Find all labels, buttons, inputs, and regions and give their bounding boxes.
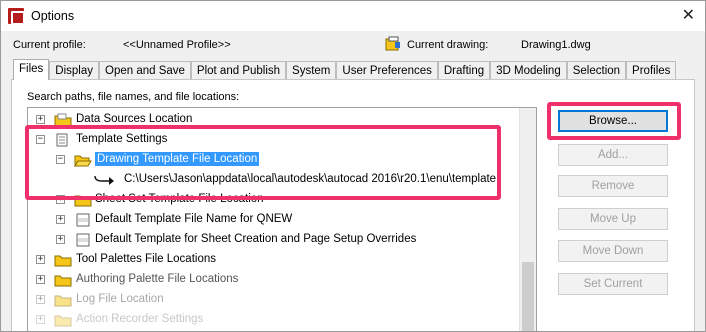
options-tabs: Files Display Open and Save Plot and Pub… [13, 59, 677, 80]
add-button[interactable]: Add... [558, 144, 668, 166]
tree-item-tool-palettes[interactable]: + Tool Palettes File Locations [28, 250, 518, 270]
tree-item-sheet-set-template[interactable]: + Sheet Set Template File Location [28, 190, 518, 210]
folder-icon [54, 295, 72, 307]
tree-item-default-template-qnew[interactable]: + Default Template File Name for QNEW [28, 210, 518, 230]
autocad-app-icon [8, 8, 25, 25]
tree-item-label: Log File Location [76, 293, 164, 305]
dwt-file-icon [76, 233, 90, 247]
tree-item-data-sources[interactable]: + Data Sources Location [28, 110, 518, 130]
current-profile-value: <<Unnamed Profile>> [123, 39, 231, 51]
tree-item-label-selected: Drawing Template File Location [95, 152, 260, 166]
tree-item-template-settings[interactable]: − Template Settings [28, 130, 518, 150]
tree-item-label: Data Sources Location [76, 113, 193, 125]
expand-icon[interactable]: + [36, 115, 45, 124]
title-bar[interactable]: Options ✕ [1, 1, 705, 31]
tree-vertical-scrollbar[interactable] [519, 108, 536, 331]
browse-button[interactable]: Browse... [558, 110, 668, 132]
tree-item-action-recorder[interactable]: + Action Recorder Settings [28, 310, 518, 330]
expand-icon[interactable]: + [36, 275, 45, 284]
document-icon [56, 133, 68, 147]
move-up-button[interactable]: Move Up [558, 208, 668, 230]
tab-user-preferences[interactable]: User Preferences [336, 61, 438, 80]
folder-icon [54, 275, 72, 287]
current-drawing-value: Drawing1.dwg [521, 39, 591, 51]
options-dialog: Options ✕ Current profile: <<Unnamed Pro… [0, 0, 706, 332]
template-path-value: C:\Users\Jason\appdata\local\autodesk\au… [124, 173, 497, 185]
expand-icon[interactable]: + [56, 235, 65, 244]
folder-icon [74, 195, 92, 207]
remove-button[interactable]: Remove [558, 175, 668, 197]
profile-row: Current profile: <<Unnamed Profile>> Cur… [1, 32, 705, 58]
tab-system[interactable]: System [286, 61, 337, 80]
folder-icon [54, 255, 72, 267]
expand-icon[interactable]: + [36, 295, 45, 304]
collapse-icon[interactable]: − [36, 135, 45, 144]
expand-icon[interactable]: + [56, 195, 65, 204]
move-down-button[interactable]: Move Down [558, 240, 668, 262]
tab-open-and-save[interactable]: Open and Save [99, 61, 191, 80]
tree-item-label: Sheet Set Template File Location [95, 193, 264, 205]
set-current-button[interactable]: Set Current [558, 273, 668, 295]
expand-icon[interactable]: + [36, 315, 45, 324]
tree-item-log-file[interactable]: + Log File Location [28, 290, 518, 310]
tree-item-label: Action Recorder Settings [76, 313, 204, 325]
tree-item-template-path[interactable]: C:\Users\Jason\appdata\local\autodesk\au… [28, 170, 518, 190]
current-profile-label: Current profile: [13, 39, 86, 51]
open-folder-icon [74, 155, 92, 167]
tab-profiles[interactable]: Profiles [626, 61, 677, 80]
file-locations-tree[interactable]: + Data Sources Location − Template Setti… [27, 107, 537, 331]
folder-icon [54, 113, 72, 127]
folder-icon [54, 315, 72, 327]
tab-3d-modeling[interactable]: 3D Modeling [490, 61, 567, 80]
tree-item-label: Tool Palettes File Locations [76, 253, 216, 265]
tree-item-drawing-template-location[interactable]: − Drawing Template File Location [28, 150, 518, 170]
tree-item-label: Default Template File Name for QNEW [95, 213, 293, 225]
tree-item-label: Default Template for Sheet Creation and … [95, 233, 417, 245]
collapse-icon[interactable]: − [56, 155, 65, 164]
tree-item-label: Template Settings [76, 133, 168, 145]
window-title: Options [31, 9, 75, 23]
tab-display[interactable]: Display [49, 61, 99, 80]
tab-plot-and-publish[interactable]: Plot and Publish [190, 61, 287, 80]
tab-selection[interactable]: Selection [566, 61, 627, 80]
path-arrow-icon [94, 175, 114, 185]
current-drawing-label: Current drawing: [407, 39, 489, 51]
tree-caption: Search paths, file names, and file locat… [27, 91, 240, 103]
tab-files[interactable]: Files [13, 59, 50, 80]
close-icon[interactable]: ✕ [682, 6, 695, 24]
expand-icon[interactable]: + [56, 215, 65, 224]
scrollbar-thumb[interactable] [522, 262, 534, 331]
expand-icon[interactable]: + [36, 255, 45, 264]
tab-drafting[interactable]: Drafting [437, 61, 491, 80]
tree-item-label: Authoring Palette File Locations [76, 273, 239, 285]
drawing-file-icon [385, 36, 400, 51]
tree-item-default-template-sheet[interactable]: + Default Template for Sheet Creation an… [28, 230, 518, 250]
tree-item-authoring-palette[interactable]: + Authoring Palette File Locations [28, 270, 518, 290]
dwt-file-icon [76, 213, 90, 227]
